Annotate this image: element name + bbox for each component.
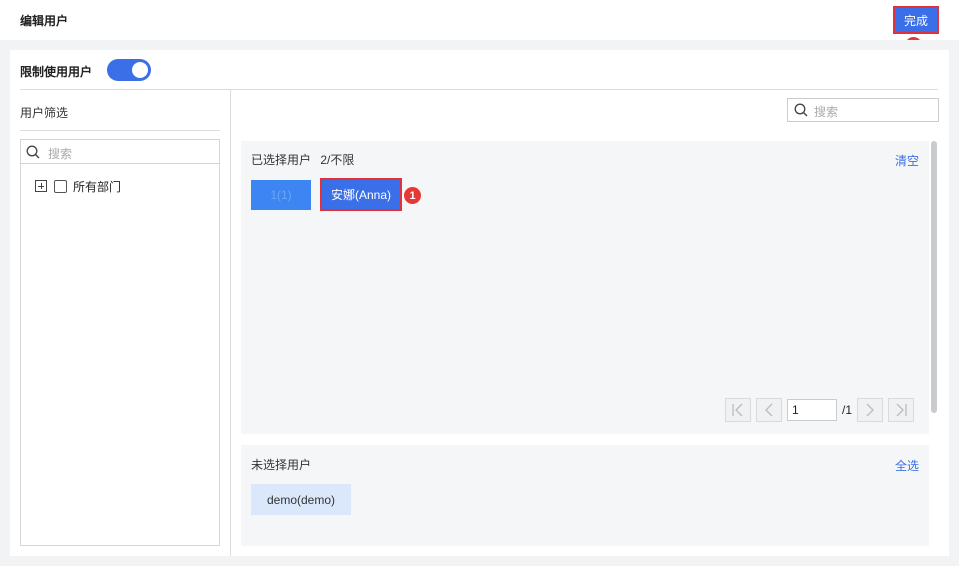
chevron-right-icon [866,403,874,417]
search-placeholder: 搜索 [814,105,839,119]
last-page-icon [896,403,907,417]
selected-user-chip-anna[interactable]: 安娜(Anna) [320,178,402,211]
column-divider [230,90,231,556]
search-placeholder: 搜索 [48,147,73,161]
user-filter-title: 用户筛选 [20,106,69,120]
department-checkbox[interactable] [54,179,67,193]
page-total: /1 [842,403,853,417]
search-icon [26,145,40,159]
last-page-button[interactable] [888,398,914,422]
page-title: 编辑用户 [20,14,69,28]
prev-page-button[interactable] [756,398,782,422]
first-page-button[interactable] [725,398,751,422]
restrict-users-toggle[interactable] [107,59,151,81]
scrollbar-thumb[interactable] [931,141,937,413]
page-number-input[interactable]: 1 [787,399,837,421]
next-page-button[interactable] [857,398,883,422]
unselected-user-chip[interactable]: demo(demo) [251,484,351,515]
selected-user-chip[interactable]: 1(1) [251,180,311,210]
divider [20,89,938,90]
restrict-users-label: 限制使用用户 [20,65,93,79]
tree-node-label: 所有部门 [73,179,122,194]
chevron-left-icon [765,403,773,417]
user-search-input[interactable]: 搜索 [787,98,939,122]
done-button[interactable]: 完成 [893,6,939,34]
search-icon [794,103,808,117]
clear-link[interactable]: 清空 [895,152,919,169]
selected-users-count: 2/不限 [320,153,355,167]
department-search-input[interactable]: 搜索 [21,140,219,164]
toggle-knob [132,62,148,78]
selected-users-label: 已选择用户 [251,153,312,167]
select-all-link[interactable]: 全选 [895,457,919,474]
divider [20,130,220,131]
tree-node-all-departments[interactable]: 所有部门 [35,179,122,194]
annotation-marker-1: 1 [404,187,421,204]
top-bar: 编辑用户 [0,0,959,40]
first-page-icon [732,403,743,417]
selected-users-title: 已选择用户 2/不限 [251,151,354,168]
unselected-users-title: 未选择用户 [251,458,312,472]
department-tree-panel: 搜索 所有部门 [20,139,220,546]
plus-square-icon[interactable] [35,180,47,192]
